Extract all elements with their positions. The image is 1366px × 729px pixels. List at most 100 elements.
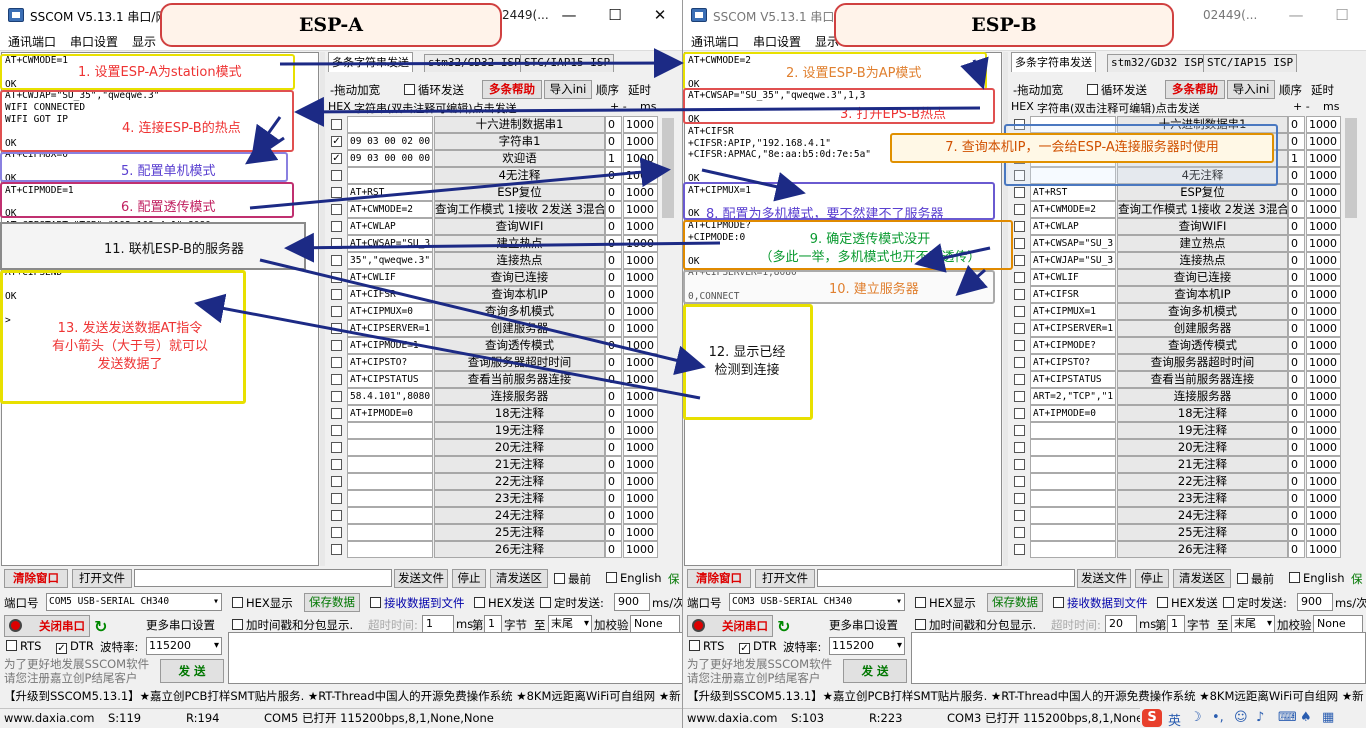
row-send-button[interactable]: 18无注释 bbox=[1117, 405, 1288, 422]
menu-serial-settings[interactable]: 串口设置 bbox=[70, 33, 118, 50]
row-delay-input[interactable]: 1000 bbox=[623, 133, 658, 150]
row-delay-input[interactable]: 1000 bbox=[1306, 235, 1341, 252]
row-send-button[interactable]: 连接服务器 bbox=[1117, 388, 1288, 405]
ime-s-icon[interactable]: S bbox=[1142, 709, 1162, 727]
row-command-input[interactable]: AT+CWMODE=2 bbox=[1030, 201, 1116, 218]
row-delay-input[interactable]: 1000 bbox=[1306, 150, 1341, 167]
row-send-button[interactable]: 查询WIFI bbox=[1117, 218, 1288, 235]
menu-comm-port[interactable]: 通讯端口 bbox=[8, 33, 56, 50]
row-delay-input[interactable]: 1000 bbox=[1306, 218, 1341, 235]
timestamp-checkbox[interactable]: 加时间戳和分包显示. bbox=[915, 617, 1036, 633]
row-hex-checkbox[interactable] bbox=[331, 255, 342, 266]
row-order-input[interactable]: 0 bbox=[1288, 252, 1305, 269]
row-delay-input[interactable]: 1000 bbox=[623, 116, 658, 133]
menu-display[interactable]: 显示 bbox=[132, 33, 156, 50]
row-send-button[interactable]: 查询透传模式 bbox=[434, 337, 605, 354]
recv-to-file-checkbox[interactable]: 接收数据到文件 bbox=[1053, 595, 1148, 611]
row-order-input[interactable]: 0 bbox=[605, 201, 622, 218]
row-delay-input[interactable]: 1000 bbox=[623, 235, 658, 252]
row-hex-checkbox[interactable] bbox=[1014, 425, 1025, 436]
timed-send-input[interactable]: 900 bbox=[614, 593, 650, 611]
row-delay-input[interactable]: 1000 bbox=[623, 490, 658, 507]
import-ini-button[interactable]: 导入ini bbox=[1227, 80, 1275, 99]
row-order-input[interactable]: 0 bbox=[605, 490, 622, 507]
row-delay-input[interactable]: 1000 bbox=[623, 473, 658, 490]
row-send-button[interactable]: 查询服务器超时时间 bbox=[1117, 354, 1288, 371]
timed-send-checkbox[interactable]: 定时发送: bbox=[540, 595, 604, 611]
row-order-input[interactable]: 0 bbox=[605, 252, 622, 269]
row-hex-checkbox[interactable] bbox=[1014, 204, 1025, 215]
tab-stc-isp[interactable]: STC/IAP15 ISP bbox=[520, 54, 615, 72]
row-order-input[interactable]: 0 bbox=[1288, 354, 1305, 371]
row-order-input[interactable]: 0 bbox=[605, 116, 622, 133]
row-delay-input[interactable]: 1000 bbox=[1306, 541, 1341, 558]
row-order-input[interactable]: 0 bbox=[605, 422, 622, 439]
multi-help-button[interactable]: 多条帮助 bbox=[1165, 80, 1225, 99]
row-command-input[interactable] bbox=[347, 456, 433, 473]
row-order-input[interactable]: 0 bbox=[1288, 541, 1305, 558]
row-hex-checkbox[interactable] bbox=[1014, 323, 1025, 334]
row-delay-input[interactable]: 1000 bbox=[1306, 252, 1341, 269]
emoji-icon[interactable]: ☺ bbox=[1234, 710, 1248, 725]
row-hex-checkbox[interactable] bbox=[331, 306, 342, 317]
row-send-button[interactable]: 22无注释 bbox=[434, 473, 605, 490]
row-order-input[interactable]: 0 bbox=[1288, 303, 1305, 320]
row-send-button[interactable]: 26无注释 bbox=[1117, 541, 1288, 558]
row-delay-input[interactable]: 1000 bbox=[1306, 337, 1341, 354]
row-order-input[interactable]: 0 bbox=[1288, 218, 1305, 235]
row-delay-input[interactable]: 1000 bbox=[623, 218, 658, 235]
clear-window-button[interactable]: 清除窗口 bbox=[4, 569, 68, 588]
row-order-input[interactable]: 0 bbox=[1288, 388, 1305, 405]
row-order-input[interactable]: 0 bbox=[605, 286, 622, 303]
row-hex-checkbox[interactable] bbox=[1014, 493, 1025, 504]
row-delay-input[interactable]: 1000 bbox=[623, 524, 658, 541]
row-hex-checkbox[interactable] bbox=[331, 187, 342, 198]
row-delay-input[interactable]: 1000 bbox=[623, 354, 658, 371]
row-command-input[interactable]: AT+CIPSTATUS bbox=[1030, 371, 1116, 388]
row-delay-input[interactable]: 1000 bbox=[623, 422, 658, 439]
row-order-input[interactable]: 0 bbox=[1288, 235, 1305, 252]
tab-stc-isp[interactable]: STC/IAP15 ISP bbox=[1203, 54, 1298, 72]
row-delay-input[interactable]: 1000 bbox=[1306, 490, 1341, 507]
more-settings-button[interactable]: 更多串口设置 bbox=[829, 617, 898, 633]
maximize-button[interactable]: ☐ bbox=[1319, 0, 1365, 31]
shirt-icon[interactable]: ♠ bbox=[1300, 710, 1312, 725]
row-send-button[interactable]: 查询透传模式 bbox=[1117, 337, 1288, 354]
row-send-button[interactable]: 创建服务器 bbox=[1117, 320, 1288, 337]
row-order-input[interactable]: 1 bbox=[1288, 150, 1305, 167]
tail-select[interactable]: 末尾 bbox=[548, 615, 592, 633]
row-order-input[interactable]: 0 bbox=[1288, 184, 1305, 201]
row-hex-checkbox[interactable] bbox=[1014, 289, 1025, 300]
row-send-button[interactable]: 21无注释 bbox=[434, 456, 605, 473]
send-input-area[interactable] bbox=[911, 632, 1366, 684]
row-delay-input[interactable]: 1000 bbox=[623, 456, 658, 473]
hex-send-checkbox[interactable]: HEX发送 bbox=[474, 595, 535, 611]
save-button-truncated[interactable]: 保 bbox=[668, 571, 680, 587]
minimize-button[interactable]: — bbox=[1273, 0, 1319, 31]
row-command-input[interactable] bbox=[1030, 439, 1116, 456]
row-delay-input[interactable]: 1000 bbox=[1306, 303, 1341, 320]
row-order-input[interactable]: 0 bbox=[605, 371, 622, 388]
row-order-input[interactable]: 0 bbox=[1288, 337, 1305, 354]
row-command-input[interactable] bbox=[1030, 422, 1116, 439]
row-command-input[interactable]: AT+CIPSERVER=1 bbox=[1030, 320, 1116, 337]
row-command-input[interactable] bbox=[347, 473, 433, 490]
row-send-button[interactable]: 查询本机IP bbox=[1117, 286, 1288, 303]
row-send-button[interactable]: 查看当前服务器连接 bbox=[1117, 371, 1288, 388]
menu-comm-port[interactable]: 通讯端口 bbox=[691, 33, 739, 50]
row-delay-input[interactable]: 1000 bbox=[623, 150, 658, 167]
row-command-input[interactable]: ART=2,"TCP","1 bbox=[1030, 388, 1116, 405]
row-send-button[interactable]: 查询已连接 bbox=[434, 269, 605, 286]
row-send-button[interactable]: 24无注释 bbox=[1117, 507, 1288, 524]
row-send-button[interactable]: 26无注释 bbox=[434, 541, 605, 558]
dot-icon[interactable]: •, bbox=[1212, 710, 1224, 725]
row-command-input[interactable]: 09 03 00 02 00 bbox=[347, 133, 433, 150]
row-order-input[interactable]: 0 bbox=[605, 167, 622, 184]
row-hex-checkbox[interactable] bbox=[1014, 510, 1025, 521]
refresh-icon[interactable]: ↻ bbox=[777, 617, 790, 636]
moon-icon[interactable]: ☽ bbox=[1190, 710, 1202, 725]
row-delay-input[interactable]: 1000 bbox=[623, 507, 658, 524]
row-command-input[interactable]: 35","qweqwe.3" bbox=[347, 252, 433, 269]
close-button[interactable]: ✕ bbox=[637, 0, 682, 31]
row-command-input[interactable]: AT+CIPSTATUS bbox=[347, 371, 433, 388]
